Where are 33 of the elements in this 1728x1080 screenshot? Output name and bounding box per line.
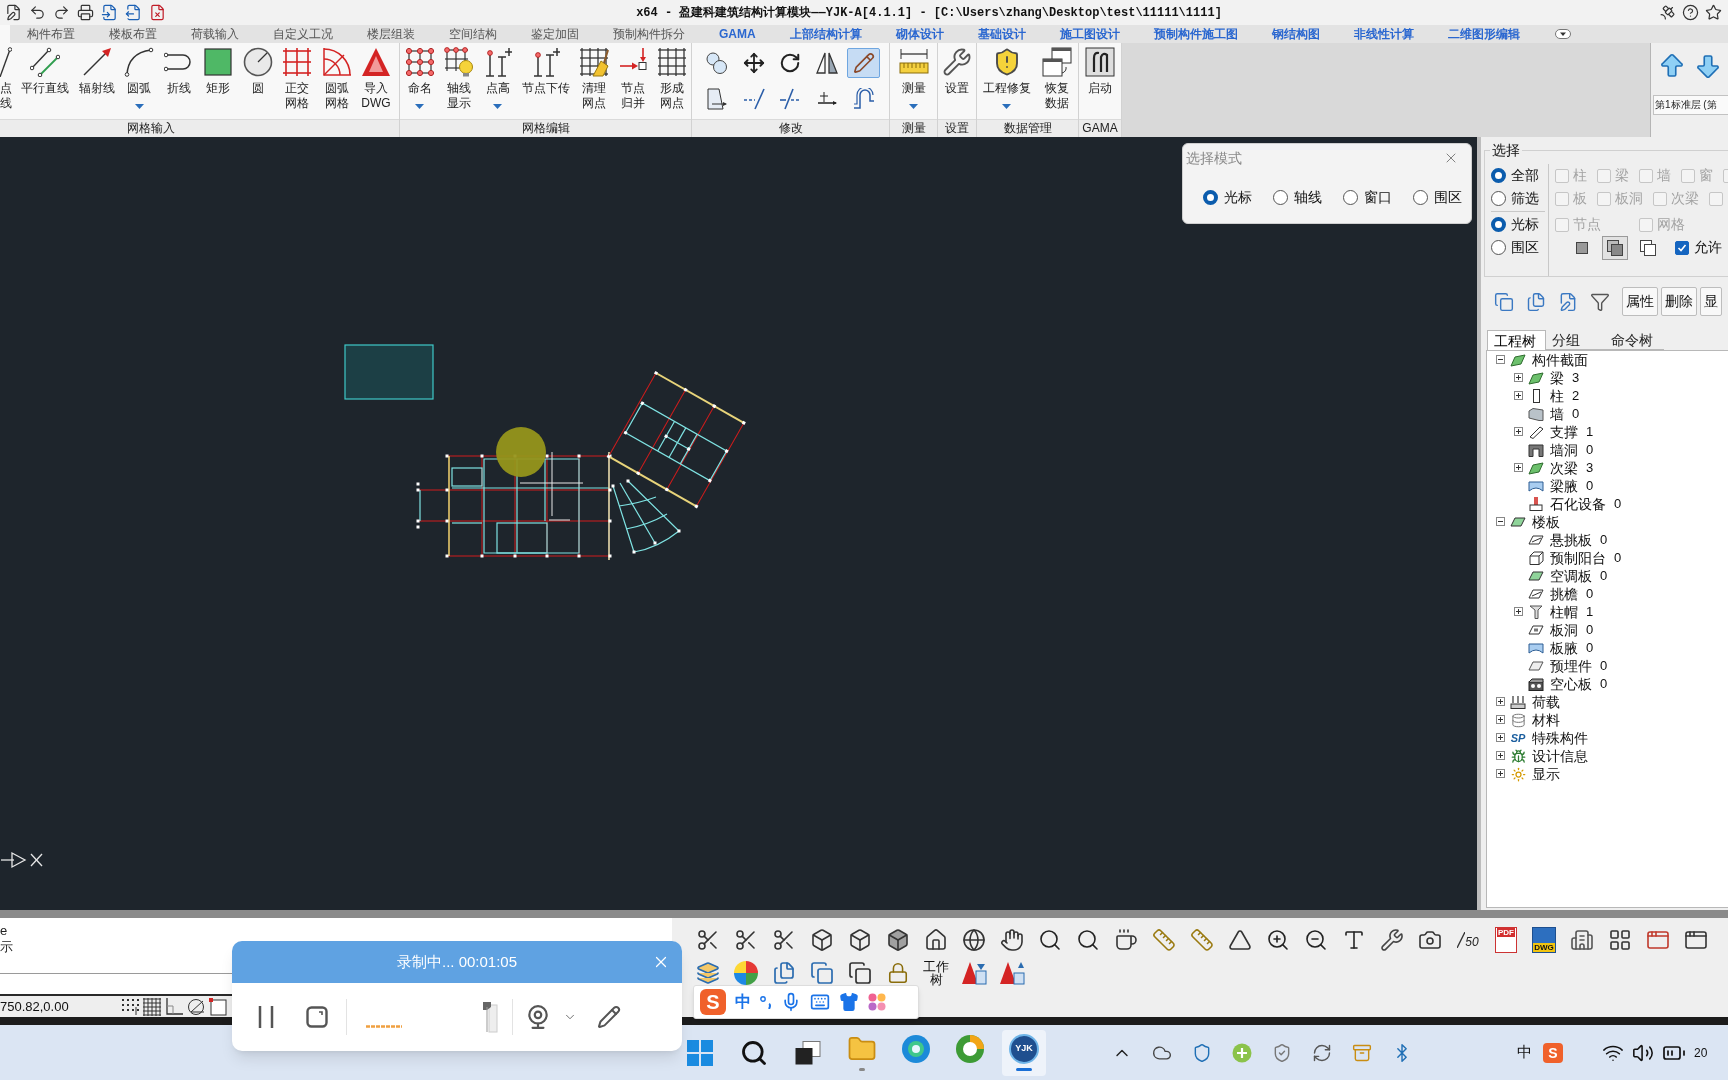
item-count: 0 <box>1586 639 1594 657</box>
item-count: 0 <box>1572 405 1580 423</box>
item-count: 0 <box>1586 441 1594 459</box>
item-count: 0 <box>1614 495 1622 513</box>
group-label: 网格编辑 <box>400 119 691 137</box>
item-count: 0 <box>1586 585 1594 603</box>
item-count: 0 <box>1600 567 1608 585</box>
item-count: 2 <box>1572 387 1580 405</box>
item-count: 0 <box>1614 549 1622 567</box>
item-count: 1 <box>1586 423 1594 441</box>
coordinates-text: 750.82,0.00 <box>0 997 69 1016</box>
item-count: 0 <box>1586 621 1594 639</box>
item-count: 0 <box>1600 531 1608 549</box>
command-line: 示 <box>0 939 14 955</box>
group-label: 修改 <box>692 119 889 137</box>
item-count: 1 <box>1586 603 1594 621</box>
group-label: GAMA <box>1079 119 1121 137</box>
group-label: 数据管理 <box>977 119 1078 137</box>
group-title: 选择 <box>1490 141 1522 159</box>
app-logo: YJK <box>1009 1034 1039 1064</box>
icon-label: SP <box>1510 732 1526 744</box>
item-count: 0 <box>1600 657 1608 675</box>
dialog-title: 选择模式 <box>1186 148 1242 168</box>
recorder-title: 录制中... 00:01:05 <box>396 951 518 972</box>
group-label: 设置 <box>938 119 976 137</box>
command-line: e <box>0 923 9 939</box>
item-count: 0 <box>1586 477 1594 495</box>
window-title: x64 - 盈建科建筑结构计算模块——YJK-A[4.1.1] - [C:\Users\zhang\Desktop\test\11111\1111] <box>636 4 1222 22</box>
item-count: 3 <box>1572 369 1580 387</box>
item-count: 3 <box>1586 459 1594 477</box>
group-label: 测量 <box>890 119 937 137</box>
item-count: 0 <box>1600 675 1608 693</box>
group-label: 网格输入 <box>0 119 399 137</box>
